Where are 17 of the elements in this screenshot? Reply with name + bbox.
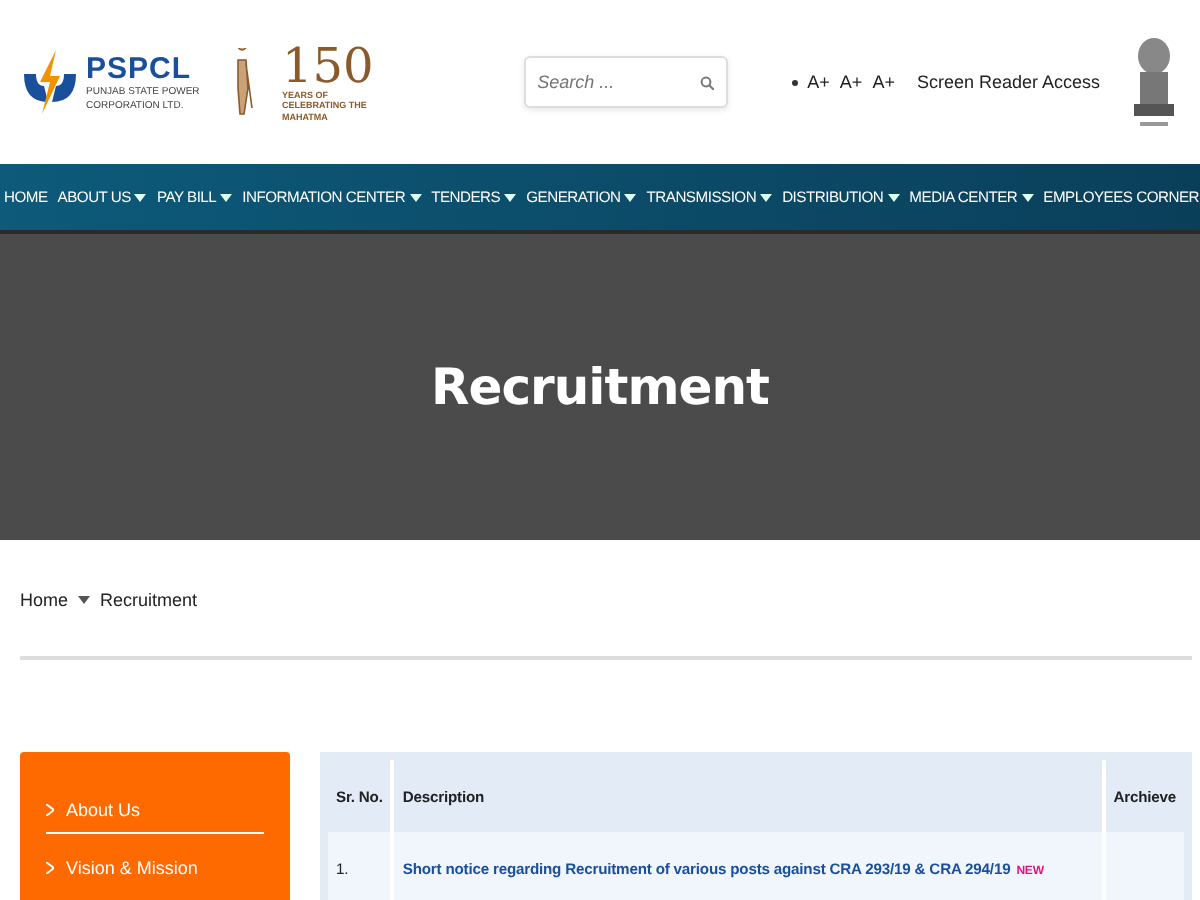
caret-icon xyxy=(78,596,91,604)
lightning-logo-icon xyxy=(20,50,80,114)
screen-reader-link[interactable]: Screen Reader Access xyxy=(916,72,1100,92)
search-field[interactable]: Search ... xyxy=(523,56,728,108)
page-title: Recruitment xyxy=(431,358,769,416)
font-size-button[interactable]: A+ xyxy=(807,72,830,92)
chevron-icon xyxy=(46,804,54,816)
breadcrumb-item: Recruitment xyxy=(100,590,198,610)
bullet-icon xyxy=(791,79,798,85)
breadcrumb-item[interactable]: Home xyxy=(20,590,69,610)
chevron-icon xyxy=(46,862,54,874)
search-icon xyxy=(699,76,714,90)
font-size-button[interactable]: A+ xyxy=(839,72,863,92)
logo-text: PSPCL xyxy=(86,52,194,86)
anniversary-number: 150 xyxy=(282,41,374,90)
font-size-button[interactable]: A+ xyxy=(872,72,895,92)
emblem-drawing xyxy=(1128,32,1180,132)
